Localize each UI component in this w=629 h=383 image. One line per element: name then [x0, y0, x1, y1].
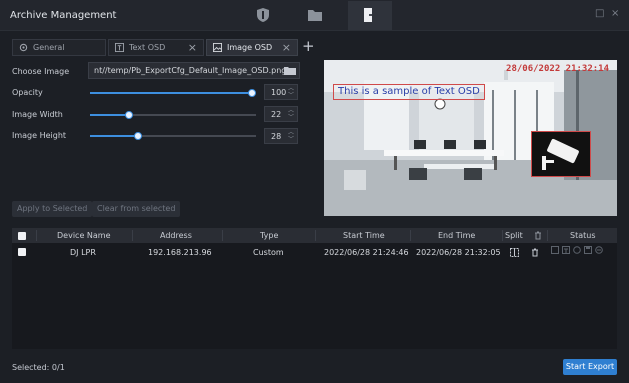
maximize-button[interactable]: □ [595, 8, 604, 19]
image-width-value: 22 [271, 110, 282, 119]
image-width-stepper[interactable]: 22 ︿ ﹀ [264, 106, 298, 122]
folder-icon[interactable] [307, 7, 323, 23]
add-tab-icon[interactable]: + [302, 37, 315, 55]
choose-image-label: Choose Image [12, 67, 70, 76]
image-height-stepper[interactable]: 28 ︿ ﹀ [264, 128, 298, 144]
trash-header-icon[interactable] [534, 231, 542, 240]
opacity-stepper[interactable]: 100 ︿ ﹀ [264, 84, 298, 100]
image-height-value: 28 [271, 132, 282, 141]
select-all-checkbox[interactable] [18, 232, 26, 240]
delete-row-icon[interactable] [531, 248, 539, 257]
tab-text-osd[interactable]: Text OSD × [108, 39, 204, 56]
status-text-icon [562, 246, 570, 254]
image-height-slider-fill [90, 135, 138, 137]
column-end-time[interactable]: End Time [438, 231, 475, 240]
tab-general[interactable]: General [12, 39, 106, 56]
column-divider [36, 230, 37, 241]
title-divider [0, 30, 629, 31]
apply-to-selected-button[interactable]: Apply to Selected [12, 201, 93, 217]
table-header: Device Name Address Type Start Time End … [12, 228, 617, 243]
column-divider [132, 230, 133, 241]
osd-timestamp: 28/06/2022 21:32:14 [506, 64, 609, 74]
tab-image-osd[interactable]: Image OSD × [206, 39, 298, 56]
tab-image-osd-label: Image OSD [227, 43, 273, 52]
image-width-slider-fill [90, 114, 129, 116]
column-divider [222, 230, 223, 241]
tab-general-label: General [33, 43, 65, 52]
stepper-arrows-icon[interactable]: ︿ ﹀ [288, 85, 294, 99]
row-checkbox[interactable] [18, 248, 26, 256]
image-height-label: Image Height [12, 131, 67, 140]
column-divider [315, 230, 316, 241]
opacity-value: 100 [271, 88, 287, 97]
cell-device-name: DJ LPR [70, 248, 96, 257]
close-window-button[interactable]: × [611, 8, 619, 19]
image-height-slider[interactable] [90, 132, 256, 140]
image-height-slider-handle[interactable] [134, 132, 142, 140]
image-width-slider-handle[interactable] [125, 111, 133, 119]
column-divider [410, 230, 411, 241]
browse-folder-icon[interactable] [284, 66, 296, 75]
column-divider [547, 230, 548, 241]
osd-preview: 28/06/2022 21:32:14 This is a sample of … [324, 60, 617, 216]
column-status[interactable]: Status [570, 231, 596, 240]
status-save-icon [584, 246, 592, 254]
column-type[interactable]: Type [260, 231, 278, 240]
cell-start-time: 2022/06/28 21:24:46 [324, 248, 409, 257]
opacity-slider-handle[interactable] [248, 89, 256, 97]
status-image-icon [551, 246, 559, 254]
image-osd-overlay[interactable] [531, 131, 591, 177]
status-icons [551, 246, 613, 256]
selected-count: Selected: 0/1 [12, 363, 65, 372]
image-path-field[interactable]: nt//temp/Pb_ExportCfg_Default_Image_OSD.… [88, 62, 300, 79]
stepper-arrows-icon[interactable]: ︿ ﹀ [288, 107, 294, 121]
column-address[interactable]: Address [160, 231, 192, 240]
table-row[interactable]: DJ LPR 192.168.213.96 Custom 2022/06/28 … [12, 245, 617, 259]
cell-end-time: 2022/06/28 21:32:05 [416, 248, 501, 257]
title-bar: Archive Management □ × [0, 0, 629, 30]
column-start-time[interactable]: Start Time [343, 231, 385, 240]
image-width-label: Image Width [12, 110, 63, 119]
opacity-slider-fill [90, 92, 252, 94]
window-title: Archive Management [10, 10, 117, 21]
cell-address: 192.168.213.96 [148, 248, 212, 257]
column-device-name[interactable]: Device Name [57, 231, 111, 240]
device-table: Device Name Address Type Start Time End … [12, 228, 617, 349]
opacity-slider[interactable] [90, 89, 256, 97]
security-camera-icon [542, 138, 579, 170]
export-door-icon[interactable] [362, 7, 378, 23]
status-error-icon [595, 246, 603, 254]
text-osd-sample[interactable]: This is a sample of Text OSD [333, 84, 485, 100]
close-tab-text-osd-icon[interactable]: × [188, 41, 197, 54]
image-icon [213, 43, 222, 52]
opacity-label: Opacity [12, 88, 43, 97]
stepper-arrows-icon[interactable]: ︿ ﹀ [288, 129, 294, 143]
close-tab-image-osd-icon[interactable]: × [282, 41, 291, 54]
shield-icon[interactable] [255, 7, 271, 23]
text-box-icon [115, 43, 124, 52]
start-export-button[interactable]: Start Export [563, 359, 617, 375]
clear-from-selected-button[interactable]: Clear from selected [92, 201, 181, 217]
column-split[interactable]: Split [505, 231, 523, 240]
archive-management-window: Archive Management □ × General Text OSD … [0, 0, 629, 383]
cell-type: Custom [253, 248, 284, 257]
split-icon[interactable] [510, 248, 519, 257]
column-divider [502, 230, 503, 241]
image-width-slider[interactable] [90, 111, 256, 119]
gear-icon [19, 43, 28, 52]
tab-text-osd-label: Text OSD [129, 43, 166, 52]
status-clock-icon [573, 246, 581, 254]
